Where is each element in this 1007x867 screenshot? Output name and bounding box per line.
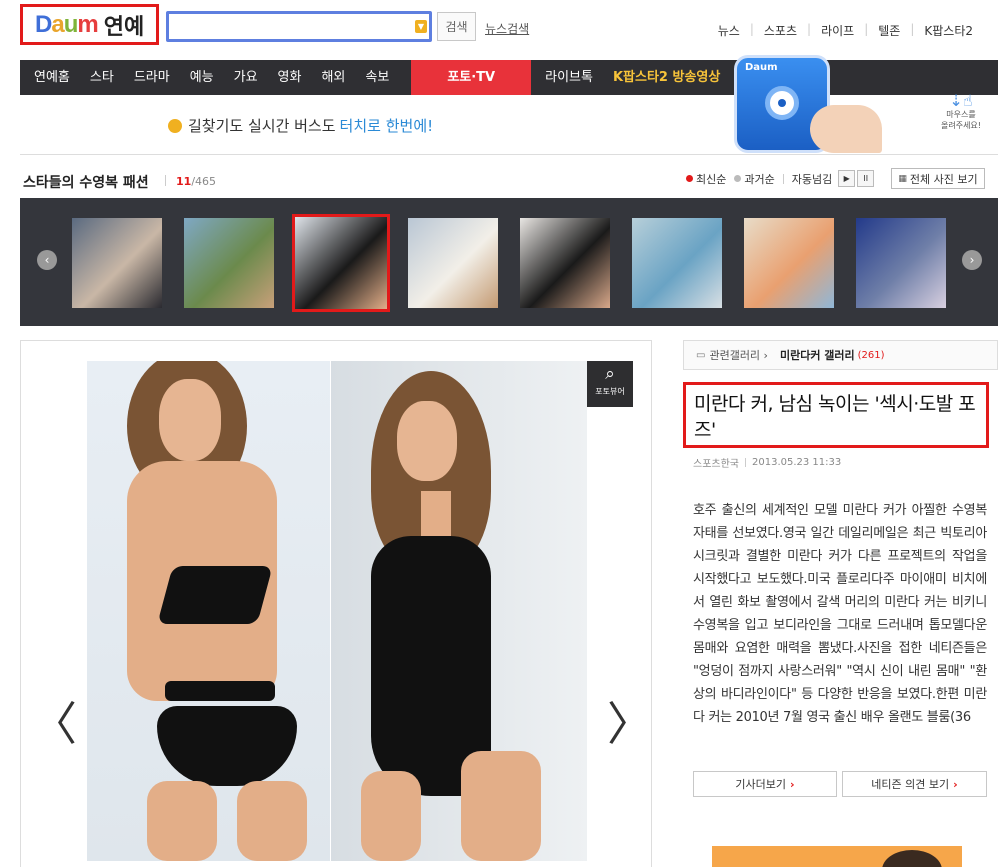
promo-banner[interactable]: 길찾기도 실시간 버스도 터치로 한번에! Daum ⇣☝ 마우스를 올려주세요…	[20, 55, 998, 155]
banner-text: 길찾기도 실시간 버스도 터치로 한번에!	[168, 115, 433, 136]
photo-viewer-button[interactable]: ⌕ 포토뷰어	[587, 361, 633, 407]
nav-item-variety[interactable]: 예능	[180, 60, 224, 95]
sort-past[interactable]: 과거순	[734, 171, 775, 187]
thumbnail-7[interactable]	[744, 218, 834, 308]
photo-prev-icon[interactable]: 〈	[31, 701, 77, 747]
pause-button[interactable]: II	[857, 170, 875, 187]
magnifier-icon: ⌕	[605, 364, 615, 384]
daum-logo[interactable]: Daum 연예	[20, 4, 159, 45]
flower-icon	[168, 118, 182, 133]
nav-item-star[interactable]: 스타	[80, 60, 124, 95]
nav-item-home[interactable]: 연예홈	[20, 60, 80, 95]
daum-wordmark: Daum	[35, 10, 99, 38]
nav-item-overseas[interactable]: 해외	[311, 60, 355, 95]
top-link-life[interactable]: 라이프	[811, 22, 864, 39]
mouse-hand-icon: ⇣☝	[949, 91, 973, 110]
camera-lens-icon	[765, 86, 799, 120]
article-source: 스포츠한국	[693, 459, 739, 470]
thumbnail-8[interactable]	[856, 218, 946, 308]
article-datetime: 2013.05.23 11:33	[752, 457, 842, 468]
top-link-news[interactable]: 뉴스	[708, 22, 750, 39]
top-links: 뉴스 | 스포츠 | 라이프 | 텔존 | K팝스타2	[708, 22, 983, 39]
nav-item-photo-tv[interactable]: 포토·TV	[411, 60, 532, 95]
top-link-kpopstar[interactable]: K팝스타2	[914, 22, 983, 39]
search-input[interactable]: ▼	[166, 11, 432, 42]
touch-hand-image	[810, 105, 882, 153]
main-photo-left[interactable]	[87, 361, 330, 861]
nav-item-livetalk[interactable]: 라이브톡	[535, 60, 603, 95]
photo-next-icon[interactable]: 〉	[607, 701, 653, 747]
all-photos-button[interactable]: ▦ 전체 사진 보기	[891, 168, 985, 189]
thumbnail-5[interactable]	[520, 218, 610, 308]
autoplay-label: 자동넘김	[791, 172, 833, 186]
gallery-icon: ▭	[696, 349, 706, 361]
thumbnail-1[interactable]	[72, 218, 162, 308]
article-headline[interactable]: 미란다 커, 남심 녹이는 '섹시·도발 포즈'	[694, 391, 978, 443]
search-button[interactable]: 검색	[437, 12, 476, 41]
thumbnail-2[interactable]	[184, 218, 274, 308]
strip-prev-icon[interactable]: ‹	[37, 250, 57, 270]
nav-item-drama[interactable]: 드라마	[124, 60, 180, 95]
related-gallery-bar: ▭ 관련갤러리 › 미란다커 갤러리 (261)	[683, 340, 998, 370]
main-nav: 연예홈 스타 드라마 예능 가요 영화 해외 속보 포토·TV 라이브톡 K팝스…	[20, 60, 998, 95]
ad-banner[interactable]	[712, 846, 962, 867]
headline-box: 미란다 커, 남심 녹이는 '섹시·도발 포즈'	[683, 382, 989, 448]
logo-section-label: 연예	[103, 14, 145, 40]
related-gallery-link[interactable]: 미란다커 갤러리	[780, 347, 855, 363]
sort-latest[interactable]: 최신순	[686, 171, 726, 187]
nav-item-music[interactable]: 가요	[224, 60, 268, 95]
top-link-sports[interactable]: 스포츠	[754, 22, 807, 39]
gallery-title: 스타들의 수영복 패션	[23, 175, 149, 191]
search-dropdown-icon[interactable]: ▼	[415, 20, 427, 33]
nav-item-breaking[interactable]: 속보	[355, 60, 399, 95]
main-photo-right[interactable]	[331, 361, 587, 861]
related-gallery-count: (261)	[857, 349, 885, 361]
grid-icon: ▦	[898, 173, 907, 184]
photo-viewer: ⌕ 포토뷰어 〈 〉	[20, 340, 653, 867]
thumbnail-3[interactable]	[292, 214, 390, 312]
related-gallery-label: 관련갤러리 ›	[709, 349, 768, 362]
top-link-telzone[interactable]: 텔존	[868, 22, 910, 39]
strip-next-icon[interactable]: ›	[962, 250, 982, 270]
gallery-counter: 11/465	[176, 175, 217, 188]
article-body: 호주 출신의 세계적인 모델 미란다 커가 아찔한 수영복 자태를 선보였다.영…	[693, 503, 987, 725]
thumbnail-4[interactable]	[408, 218, 498, 308]
mouse-hint: ⇣☝ 마우스를 올려주세요!	[932, 93, 990, 131]
more-article-button[interactable]: 기사더보기 ›	[693, 771, 837, 797]
nav-item-kpopstar-video[interactable]: K팝스타2 방송영상	[603, 60, 730, 95]
thumbnail-6[interactable]	[632, 218, 722, 308]
nav-item-movie[interactable]: 영화	[268, 60, 312, 95]
gallery-options: 최신순 과거순 자동넘김 ▶ II	[686, 170, 875, 187]
article-meta: 스포츠한국 2013.05.23 11:33	[693, 455, 841, 470]
play-button[interactable]: ▶	[838, 170, 856, 187]
thumbnail-strip: ‹ ›	[20, 198, 998, 326]
news-search-link[interactable]: 뉴스검색	[485, 20, 529, 37]
comments-button[interactable]: 네티즌 의견 보기 ›	[842, 771, 987, 797]
